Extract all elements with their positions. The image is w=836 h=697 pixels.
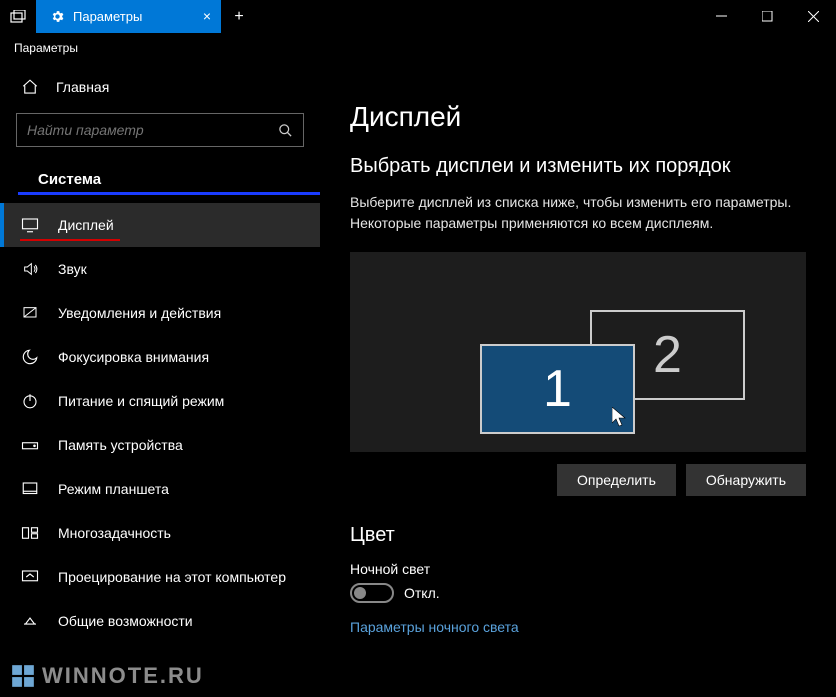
sidebar-item-storage[interactable]: Память устройства xyxy=(0,423,320,467)
sidebar-item-sound[interactable]: Звук xyxy=(0,247,320,291)
search-input[interactable] xyxy=(27,122,272,138)
sidebar-item-power[interactable]: Питание и спящий режим xyxy=(0,379,320,423)
maximize-button[interactable] xyxy=(744,0,790,33)
tablet-icon xyxy=(20,479,40,499)
main-panel: Дисплей Выбрать дисплеи и изменить их по… xyxy=(320,63,836,697)
sidebar-item-projecting[interactable]: Проецирование на этот компьютер xyxy=(0,555,320,599)
sidebar: Главная Система Дисплей xyxy=(0,63,320,697)
night-light-label: Ночной свет xyxy=(350,561,806,577)
storage-icon xyxy=(20,435,40,455)
home-icon xyxy=(20,77,40,97)
night-light-toggle[interactable] xyxy=(350,583,394,603)
color-heading: Цвет xyxy=(350,524,806,547)
sidebar-item-label: Питание и спящий режим xyxy=(58,393,224,409)
toggle-knob xyxy=(354,587,366,599)
shared-icon xyxy=(20,611,40,631)
new-tab-button[interactable]: + xyxy=(221,0,257,33)
search-input-wrapper[interactable] xyxy=(16,113,304,147)
detect-button[interactable]: Обнаружить xyxy=(686,464,806,496)
arrange-heading: Выбрать дисплеи и изменить их порядок xyxy=(350,155,806,178)
sidebar-item-notifications[interactable]: Уведомления и действия xyxy=(0,291,320,335)
sidebar-item-label: Проецирование на этот компьютер xyxy=(58,569,286,585)
home-nav[interactable]: Главная xyxy=(0,67,320,107)
page-title: Дисплей xyxy=(350,101,806,133)
minimize-button[interactable] xyxy=(698,0,744,33)
sidebar-item-focus[interactable]: Фокусировка внимания xyxy=(0,335,320,379)
tab-title: Параметры xyxy=(73,9,142,24)
tab-close-icon[interactable]: × xyxy=(203,8,211,24)
power-icon xyxy=(20,391,40,411)
gear-icon xyxy=(50,9,65,24)
sidebar-item-label: Фокусировка внимания xyxy=(58,349,209,365)
sidebar-item-label: Режим планшета xyxy=(58,481,169,497)
sidebar-item-shared[interactable]: Общие возможности xyxy=(0,599,320,643)
multitasking-icon xyxy=(20,523,40,543)
watermark: WINNOTE.RU xyxy=(10,663,204,689)
sidebar-item-tablet[interactable]: Режим планшета xyxy=(0,467,320,511)
projecting-icon xyxy=(20,567,40,587)
display-icon xyxy=(20,215,40,235)
night-light-settings-link[interactable]: Параметры ночного света xyxy=(350,619,519,635)
notifications-icon xyxy=(20,303,40,323)
underline-marker xyxy=(20,239,120,241)
sidebar-item-label: Многозадачность xyxy=(58,525,171,541)
sidebar-item-label: Уведомления и действия xyxy=(58,305,221,321)
identify-button[interactable]: Определить xyxy=(557,464,676,496)
sidebar-item-label: Общие возможности xyxy=(58,613,193,629)
sidebar-item-display[interactable]: Дисплей xyxy=(0,203,320,247)
sidebar-item-label: Дисплей xyxy=(58,217,114,233)
task-view-icon[interactable] xyxy=(0,0,36,33)
tab-settings[interactable]: Параметры × xyxy=(36,0,221,33)
cursor-icon xyxy=(612,407,626,427)
breadcrumb: Параметры xyxy=(0,33,836,63)
arrange-help-text: Выберите дисплей из списка ниже, чтобы и… xyxy=(350,192,806,234)
sidebar-item-label: Звук xyxy=(58,261,87,277)
search-icon xyxy=(278,123,293,138)
sidebar-group-header: Система xyxy=(18,165,320,195)
sidebar-item-multitasking[interactable]: Многозадачность xyxy=(0,511,320,555)
toggle-state-text: Откл. xyxy=(404,585,440,601)
close-button[interactable] xyxy=(790,0,836,33)
titlebar: Параметры × + xyxy=(0,0,836,33)
sound-icon xyxy=(20,259,40,279)
display-arrange-area[interactable]: 2 1 xyxy=(350,252,806,452)
sidebar-item-label: Память устройства xyxy=(58,437,183,453)
moon-icon xyxy=(20,347,40,367)
home-label: Главная xyxy=(56,79,109,95)
